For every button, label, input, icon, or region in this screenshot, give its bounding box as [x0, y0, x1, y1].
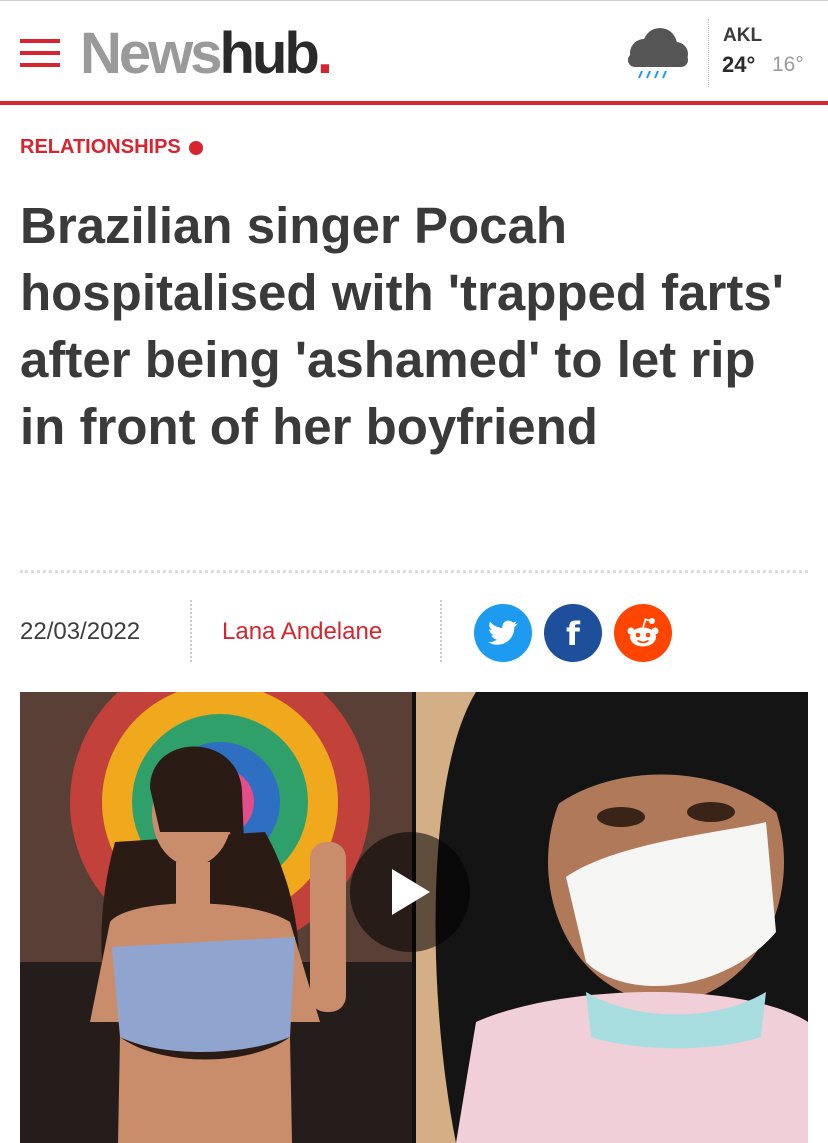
article-date: 22/03/2022	[20, 618, 141, 645]
share-twitter-button[interactable]	[474, 604, 532, 662]
article-headline: Brazilian singer Pocah hospitalised with…	[20, 197, 784, 455]
facebook-icon: f	[566, 615, 580, 653]
hamburger-menu-icon[interactable]	[20, 39, 60, 67]
category-label[interactable]: RELATIONSHIPS	[20, 136, 203, 159]
weather-high-temp: 24°	[722, 52, 756, 77]
weather-divider	[708, 19, 709, 87]
logo-dot: .	[316, 21, 333, 86]
header-rule	[0, 101, 828, 105]
category-text: RELATIONSHIPS	[20, 136, 181, 158]
article-author-link[interactable]: Lana Andelane	[222, 618, 382, 646]
weather-city: AKL	[723, 25, 763, 46]
logo-hub: hub	[219, 21, 320, 86]
article-video[interactable]	[20, 692, 808, 1143]
share-facebook-button[interactable]: f	[544, 604, 602, 662]
logo-news: News	[80, 21, 223, 86]
reddit-icon	[627, 618, 659, 647]
play-icon	[392, 869, 430, 915]
site-header: Newshub. AKL 24° 16°	[0, 0, 828, 105]
photo-singer-masked	[416, 692, 808, 1143]
share-reddit-button[interactable]	[614, 604, 672, 662]
meta-divider	[190, 600, 192, 662]
newshub-logo[interactable]: Newshub.	[80, 19, 333, 89]
video-play-button[interactable]	[350, 832, 470, 952]
weather-low-temp: 16°	[772, 53, 804, 76]
twitter-bird-icon	[488, 620, 518, 645]
meta-divider	[440, 600, 442, 662]
rain-cloud-icon	[628, 28, 688, 79]
photo-singer-posing	[20, 692, 412, 1143]
category-dot-icon	[188, 140, 203, 155]
headline-divider	[20, 570, 808, 573]
